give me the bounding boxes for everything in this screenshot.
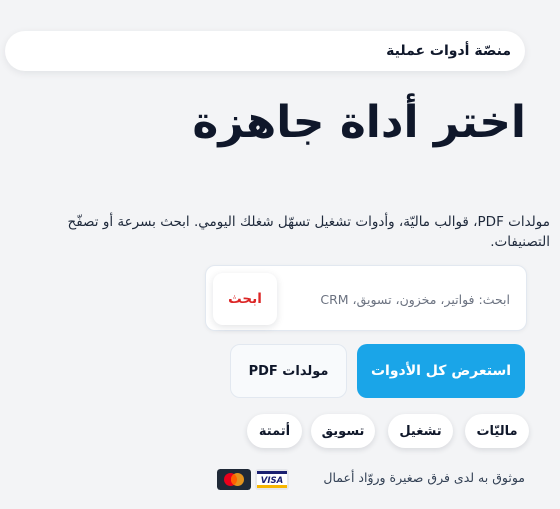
category-chip-finance[interactable]: ماليّات xyxy=(465,414,529,448)
brand-header[interactable]: منصّة أدوات عملية xyxy=(5,31,525,71)
search-input[interactable] xyxy=(300,276,510,322)
search-box: ابحث xyxy=(205,265,527,331)
pdf-generators-button[interactable]: مولدات PDF xyxy=(230,344,347,398)
visa-icon: VISA xyxy=(255,469,289,490)
page-title: اختر أداة جاهزة xyxy=(192,97,526,148)
category-chip-automation[interactable]: أتمتة xyxy=(247,414,302,448)
trust-text: موثوق به لدى فرق صغيرة وروّاد أعمال xyxy=(323,470,525,485)
brand-name: منصّة أدوات عملية xyxy=(386,43,511,59)
category-chip-marketing[interactable]: تسويق xyxy=(311,414,375,448)
category-chip-operations[interactable]: تشغيل xyxy=(388,414,453,448)
browse-all-tools-button[interactable]: استعرض كل الأدوات xyxy=(357,344,525,398)
category-chips: ماليّات تشغيل تسويق أتمتة xyxy=(0,414,560,448)
svg-text:VISA: VISA xyxy=(261,476,283,486)
mastercard-icon xyxy=(217,469,251,490)
search-button[interactable]: ابحث xyxy=(213,273,277,325)
hero-description: مولدات PDF، قوالب ماليّة، وأدوات تشغيل ت… xyxy=(67,214,550,250)
